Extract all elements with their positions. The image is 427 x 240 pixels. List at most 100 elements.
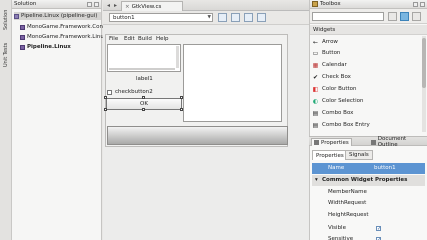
property-row-sensitive[interactable]: Sensitive ✓	[312, 234, 425, 240]
checkbutton2[interactable]: checkbutton2	[107, 88, 153, 96]
solution-icon	[14, 13, 19, 19]
pane-close-icon[interactable]	[94, 1, 99, 7]
property-key: WidthRequest	[328, 200, 367, 207]
property-row-visible[interactable]: Visible ✓	[312, 223, 425, 234]
scrollbar[interactable]	[176, 46, 179, 68]
collapse-icon[interactable]: ▾	[315, 177, 318, 183]
color-button-icon: ◧	[312, 85, 319, 93]
tab-document-outline[interactable]: Document Outline	[369, 136, 427, 148]
property-key: Name	[328, 165, 345, 172]
resize-handle[interactable]	[142, 108, 145, 111]
resize-handle[interactable]	[104, 108, 107, 111]
menu-file[interactable]: File	[109, 35, 118, 43]
tab-gtkview[interactable]: × GtkView.cs	[121, 1, 183, 11]
property-group[interactable]: ▾ Common Widget Properties	[312, 175, 425, 186]
properties-pane: Properties Signals Name button1 ▾ Common…	[309, 146, 427, 240]
widgets-section-header[interactable]: Widgets	[310, 25, 427, 35]
project-icon	[20, 24, 25, 30]
toolbox-item-label: Color Selection	[322, 98, 364, 104]
add-icon[interactable]	[412, 12, 421, 21]
redo-icon[interactable]	[231, 13, 240, 22]
solution-header: Solution	[12, 0, 101, 9]
tree-item-project[interactable]: MonoGame.Framework.Linu	[20, 33, 104, 41]
property-value[interactable]: button1	[374, 165, 396, 171]
tab-prev-icon[interactable]: ◂	[105, 2, 112, 9]
subtab-properties-label: Properties	[316, 152, 344, 159]
tree-item-label: Pipeline.Linux (pipeline-gui)	[21, 13, 98, 19]
content-view[interactable]	[183, 44, 282, 122]
toolbox-item-checkbox[interactable]: ✔ Check Box	[312, 72, 351, 82]
property-row-membername[interactable]: MemberName	[312, 187, 425, 198]
tab-unit-tests[interactable]: Unit Tests	[1, 40, 11, 70]
resize-handle[interactable]	[142, 96, 145, 99]
widget-select[interactable]: button1 ▼	[109, 13, 213, 22]
toolbox-item-calendar[interactable]: ▦ Calendar	[312, 60, 347, 70]
property-row-heightrequest[interactable]: HeightRequest	[312, 210, 425, 221]
property-row-widthrequest[interactable]: WidthRequest	[312, 198, 425, 209]
label1: label1	[136, 76, 153, 82]
tree-item-solution[interactable]: Pipeline.Linux (pipeline-gui)	[14, 12, 101, 20]
toolbox-icon	[312, 1, 318, 7]
checkbutton2-label: checkbutton2	[115, 89, 153, 95]
toolbox-item-label: Arrow	[322, 39, 338, 45]
solution-title: Solution	[14, 1, 37, 7]
widget-select-value: button1	[113, 14, 135, 21]
toolbox-header: Toolbox	[310, 0, 427, 9]
pane-menu-icon[interactable]	[413, 1, 418, 7]
scrollbar-thumb[interactable]	[422, 38, 426, 88]
menu-build[interactable]: Build	[138, 35, 152, 43]
ok-button-label: OK	[140, 101, 148, 107]
move-icon[interactable]	[244, 13, 253, 22]
undo-icon[interactable]	[218, 13, 227, 22]
toolbox-item-label: Color Button	[322, 86, 357, 92]
close-icon[interactable]: ×	[125, 4, 130, 10]
properties-icon	[314, 140, 319, 145]
resize-handle[interactable]	[180, 96, 183, 99]
tab-next-icon[interactable]: ▸	[112, 2, 119, 9]
scrollbar[interactable]	[422, 36, 426, 132]
designer-toolbar: button1 ▼	[103, 11, 309, 25]
toolbox-pane: Toolbox Widgets ← Arrow ▭ Button ▦ Calen…	[309, 0, 427, 136]
list-view-icon[interactable]	[388, 12, 397, 21]
subtab-properties[interactable]: Properties	[312, 150, 348, 160]
property-group-label: Common Widget Properties	[322, 177, 408, 184]
resize-handle[interactable]	[180, 108, 183, 111]
tree-item-project[interactable]: MonoGame.Framework.Con	[20, 23, 103, 31]
resize-handle[interactable]	[104, 96, 107, 99]
check-icon[interactable]: ✓	[376, 225, 381, 231]
pane-menu-icon[interactable]	[87, 1, 92, 7]
project-icon	[20, 34, 25, 40]
toolbox-item-combo-box-entry[interactable]: ▤ Combo Box Entry	[312, 120, 370, 130]
toolbox-item-label: Check Box	[322, 74, 351, 80]
top-tree-view[interactable]	[107, 44, 181, 72]
menu-help[interactable]: Help	[156, 35, 169, 43]
tree-item-label: MonoGame.Framework.Linu	[27, 34, 104, 40]
tab-solution-label: Solution	[3, 9, 9, 31]
subtab-signals[interactable]: Signals	[345, 150, 373, 160]
tab-properties[interactable]: Properties	[311, 138, 352, 146]
pane-close-icon[interactable]	[420, 1, 425, 7]
properties-tabbar: Properties Document Outline	[309, 136, 427, 148]
checkbox-icon	[107, 89, 112, 95]
outline-icon	[371, 139, 376, 145]
toolbox-item-color-selection[interactable]: ◐ Color Selection	[312, 96, 364, 106]
tree-item-project[interactable]: Pipeline.Linux	[20, 43, 71, 51]
toolbox-search-input[interactable]	[312, 12, 384, 21]
tab-gtkview-label: GtkView.cs	[131, 3, 162, 10]
align-icon[interactable]	[257, 13, 266, 22]
toolbox-item-label: Calendar	[322, 62, 347, 68]
calendar-icon: ▦	[312, 61, 319, 69]
scrollbar[interactable]	[109, 68, 175, 70]
toolbox-item-arrow[interactable]: ← Arrow	[312, 37, 338, 47]
menu-edit[interactable]: Edit	[124, 35, 135, 43]
tree-item-label: MonoGame.Framework.Con	[27, 24, 103, 30]
status-area	[107, 126, 288, 145]
solution-pane: Solution Pipeline.Linux (pipeline-gui) M…	[12, 0, 104, 240]
toolbox-item-color-button[interactable]: ◧ Color Button	[312, 84, 357, 94]
tab-solution[interactable]: Solution	[1, 3, 11, 37]
category-view-icon[interactable]	[400, 12, 409, 21]
property-row-name[interactable]: Name button1	[312, 163, 425, 174]
toolbox-item-combo-box[interactable]: ▤ Combo Box	[312, 108, 354, 118]
toolbox-item-button[interactable]: ▭ Button	[312, 48, 341, 58]
property-key: Visible	[328, 225, 346, 232]
